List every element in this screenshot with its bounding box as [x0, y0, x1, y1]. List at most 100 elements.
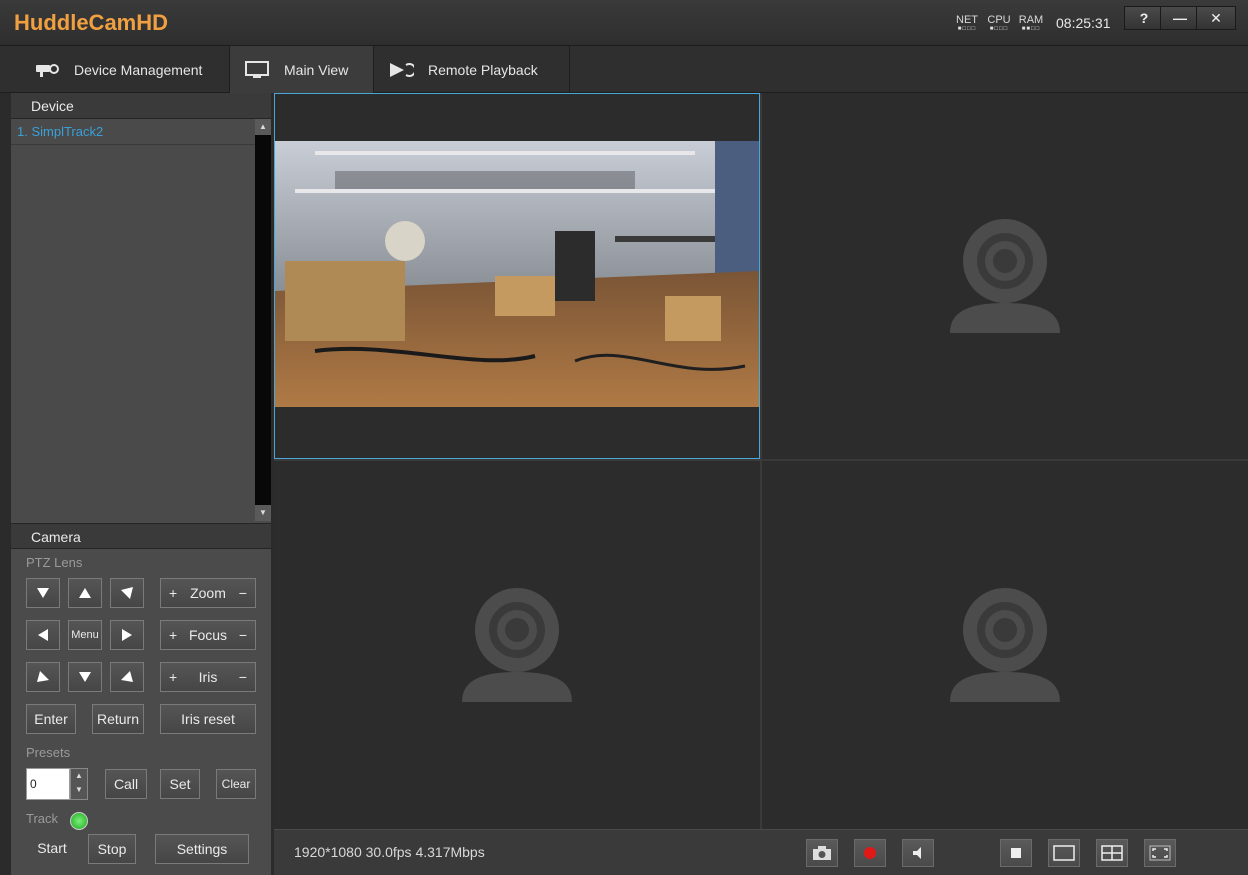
iris-open-button[interactable]: +	[169, 663, 177, 691]
tab-bar: Device Management Main View Remote Playb…	[0, 46, 1248, 93]
tab-remote-playback-label: Remote Playback	[428, 61, 538, 78]
tab-remote-playback[interactable]: Remote Playback	[374, 46, 570, 93]
record-icon	[864, 847, 876, 859]
help-button[interactable]: ?	[1124, 6, 1164, 30]
net-meter: NET ■□□□	[952, 14, 982, 32]
preset-number-input[interactable]: 0	[26, 768, 70, 800]
clock: 08:25:31	[1056, 15, 1111, 31]
scroll-down-icon[interactable]: ▼	[255, 505, 271, 521]
cpu-meter: CPU ■□□□	[984, 14, 1014, 32]
tab-main-view-label: Main View	[284, 61, 349, 78]
iris-close-button[interactable]: −	[239, 663, 247, 691]
arrow-down-icon	[79, 672, 91, 682]
ptz-down-right-button[interactable]	[110, 662, 144, 692]
spin-down-icon[interactable]: ▼	[71, 783, 87, 797]
webcam-placeholder-icon	[950, 588, 1060, 702]
device-list: 1. SimplTrack2 ▲ ▼	[11, 119, 271, 521]
audio-button[interactable]	[902, 839, 934, 867]
track-settings-button[interactable]: Settings	[155, 834, 249, 864]
ram-meter-label: RAM	[1018, 14, 1044, 26]
webcam-placeholder-icon	[950, 219, 1060, 333]
arrow-up-right-icon	[121, 587, 133, 599]
minimize-button[interactable]: —	[1160, 6, 1200, 30]
arrow-down-left-icon	[37, 671, 49, 682]
webcam-placeholder-icon	[462, 588, 572, 702]
presets-label: Presets	[26, 745, 71, 760]
call-button[interactable]: Call	[105, 769, 147, 799]
camera-header: Camera	[11, 523, 271, 549]
focus-near-button[interactable]: +	[169, 621, 177, 649]
focus-label: Focus	[188, 627, 228, 643]
ptz-menu-button[interactable]: Menu	[68, 620, 102, 650]
stop-icon	[1011, 848, 1021, 858]
stream-info: 1920*1080 30.0fps 4.317Mbps	[294, 844, 485, 860]
focus-far-button[interactable]: −	[239, 621, 247, 649]
zoom-in-button[interactable]: +	[169, 579, 177, 607]
preset-spinner[interactable]: ▲ ▼	[70, 768, 88, 800]
record-button[interactable]	[854, 839, 886, 867]
arrow-left-icon	[38, 629, 48, 641]
speaker-icon	[913, 847, 921, 859]
tab-device-management[interactable]: Device Management	[20, 46, 230, 93]
iris-control: + Iris −	[160, 662, 256, 692]
zoom-control: + Zoom −	[160, 578, 256, 608]
device-item[interactable]: 1. SimplTrack2	[11, 119, 271, 145]
arrow-up-icon	[79, 588, 91, 598]
spin-up-icon[interactable]: ▲	[71, 769, 87, 783]
title-bar: HuddleCamHD NET ■□□□ CPU ■□□□ RAM ■■□□ 0…	[0, 0, 1248, 46]
iris-label: Iris	[198, 669, 218, 685]
track-status-icon	[70, 812, 88, 830]
ram-meter: RAM ■■□□	[1016, 14, 1046, 32]
playback-icon	[388, 61, 417, 79]
video-cell-3[interactable]	[274, 461, 760, 829]
enter-button[interactable]: Enter	[26, 704, 76, 734]
fullscreen-button[interactable]	[1144, 839, 1176, 867]
video-cell-2[interactable]	[762, 93, 1248, 459]
arrow-right-icon	[122, 629, 132, 641]
ptz-up-left-button[interactable]	[26, 578, 60, 608]
iris-reset-button[interactable]: Iris reset	[160, 704, 256, 734]
net-meter-label: NET	[956, 14, 978, 26]
device-header: Device	[11, 93, 271, 119]
snapshot-button[interactable]	[806, 839, 838, 867]
camera-panel: Camera PTZ Lens + Zoom − Menu + Focus −	[11, 523, 271, 875]
arrow-up-left-icon	[37, 588, 49, 598]
fullscreen-icon	[1149, 845, 1171, 861]
set-button[interactable]: Set	[160, 769, 200, 799]
track-stop-button[interactable]: Stop	[88, 834, 136, 864]
ptz-down-left-button[interactable]	[26, 662, 60, 692]
ptz-up-right-button[interactable]	[110, 578, 144, 608]
video-cell-1[interactable]	[274, 93, 760, 459]
ram-meter-bars: ■■□□	[1021, 26, 1041, 32]
video-cell-4[interactable]	[762, 461, 1248, 829]
single-layout-icon	[1053, 845, 1075, 861]
focus-control: + Focus −	[160, 620, 256, 650]
quad-view-button[interactable]	[1096, 839, 1128, 867]
quad-layout-icon	[1101, 845, 1123, 861]
close-button[interactable]: ✕	[1196, 6, 1236, 30]
live-camera-feed	[275, 141, 759, 407]
tab-main-view[interactable]: Main View	[230, 46, 374, 93]
stop-all-button[interactable]	[1000, 839, 1032, 867]
zoom-out-button[interactable]: −	[239, 579, 247, 607]
device-list-scrollbar[interactable]: ▲ ▼	[255, 119, 271, 521]
arrow-down-right-icon	[121, 671, 133, 682]
scroll-up-icon[interactable]: ▲	[255, 119, 271, 135]
camera-icon	[813, 846, 831, 860]
zoom-label: Zoom	[190, 585, 226, 601]
cpu-meter-bars: ■□□□	[989, 26, 1009, 32]
net-meter-bars: ■□□□	[957, 26, 977, 32]
ptz-left-button[interactable]	[26, 620, 60, 650]
ptz-down-button[interactable]	[68, 662, 102, 692]
ptz-right-button[interactable]	[110, 620, 144, 650]
app-title: HuddleCamHD	[14, 10, 169, 35]
return-button[interactable]: Return	[92, 704, 144, 734]
track-label: Track	[26, 811, 59, 826]
monitor-icon	[244, 60, 270, 79]
single-view-button[interactable]	[1048, 839, 1080, 867]
clear-button[interactable]: Clear	[216, 769, 256, 799]
track-start-button[interactable]: Start	[26, 834, 78, 864]
bottom-toolbar: 1920*1080 30.0fps 4.317Mbps	[274, 829, 1248, 875]
cpu-meter-label: CPU	[987, 14, 1011, 26]
ptz-up-button[interactable]	[68, 578, 102, 608]
